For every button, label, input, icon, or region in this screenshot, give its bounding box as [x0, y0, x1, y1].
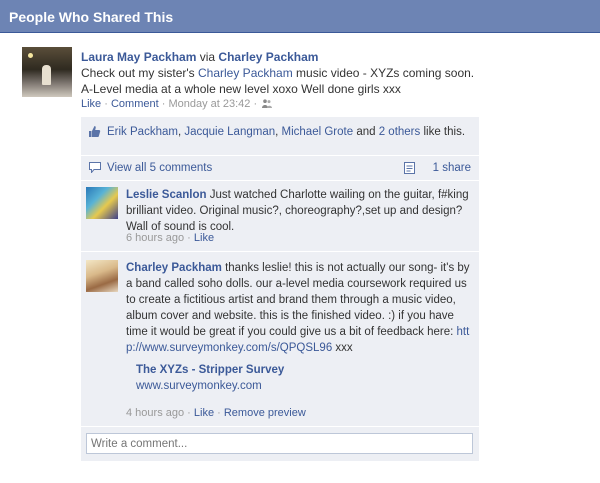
- commenter-name-link[interactable]: Leslie Scanlon: [126, 189, 207, 201]
- write-comment-input[interactable]: [86, 433, 473, 454]
- comment-time[interactable]: 4 hours ago: [126, 407, 184, 419]
- likes-sentence: Erik Packham, Jacquie Langman, Michael G…: [81, 117, 479, 156]
- preview-url-link[interactable]: www.surveymonkey.com: [136, 378, 284, 394]
- thumbs-up-icon: [89, 126, 101, 137]
- comment-body: Charley Packham thanks leslie! this is n…: [126, 260, 471, 356]
- like-link[interactable]: Like: [81, 98, 101, 110]
- share-icon: [404, 162, 415, 174]
- comment-time[interactable]: 6 hours ago: [126, 232, 184, 244]
- share-count-link[interactable]: 1 share: [433, 162, 471, 174]
- page-title: People Who Shared This: [9, 9, 174, 25]
- comment-item: Leslie Scanlon Just watched Charlotte wa…: [81, 181, 479, 252]
- post-author-photo[interactable]: [22, 47, 72, 97]
- commenter-avatar[interactable]: [86, 187, 118, 219]
- post-author-link[interactable]: Laura May Packham: [81, 50, 196, 64]
- liker-link[interactable]: Michael Grote: [282, 126, 354, 138]
- post-meta: Like · Comment · Monday at 23:42 ·: [81, 98, 273, 110]
- commenter-avatar[interactable]: [86, 260, 118, 292]
- liker-link[interactable]: Erik Packham: [107, 126, 178, 138]
- separator: ·: [253, 98, 258, 110]
- commenter-name-link[interactable]: Charley Packham: [126, 262, 222, 274]
- separator: ·: [104, 98, 108, 110]
- others-link[interactable]: 2 others: [379, 126, 421, 138]
- comment-body: Leslie Scanlon Just watched Charlotte wa…: [126, 187, 471, 235]
- feedback-panel: Erik Packham, Jacquie Langman, Michael G…: [81, 117, 479, 461]
- comment-text-end: xxx: [332, 342, 353, 354]
- via-text: via: [199, 50, 216, 64]
- comment-item: Charley Packham thanks leslie! this is n…: [81, 252, 479, 427]
- page-header: People Who Shared This: [0, 0, 600, 33]
- write-comment-row: [81, 427, 479, 461]
- post-source-link[interactable]: Charley Packham: [218, 50, 318, 64]
- like-this-text: like this.: [423, 126, 466, 138]
- view-all-comments-link[interactable]: View all 5 comments: [107, 162, 212, 174]
- remove-preview-link[interactable]: Remove preview: [224, 407, 306, 419]
- comment-like-link[interactable]: Like: [194, 407, 214, 419]
- post-timestamp[interactable]: Monday at 23:42: [168, 98, 250, 110]
- link-preview: The XYZs - Stripper Survey www.surveymon…: [136, 362, 284, 394]
- preview-title-link[interactable]: The XYZs - Stripper Survey: [136, 362, 284, 378]
- comment-meta: 4 hours ago · Like · Remove preview: [126, 407, 306, 419]
- post-text-start: Check out my sister's: [81, 66, 198, 80]
- view-comments-row: View all 5 comments 1 share: [81, 156, 479, 181]
- comment-icon: [89, 162, 101, 173]
- and-text: and: [356, 126, 376, 138]
- post-body: Laura May Packham via Charley Packham Ch…: [81, 49, 481, 97]
- comment-like-link[interactable]: Like: [194, 232, 214, 244]
- comment-meta: 6 hours ago · Like: [126, 232, 215, 244]
- people-icon[interactable]: [262, 99, 273, 108]
- separator: ·: [161, 98, 166, 110]
- post-text-link[interactable]: Charley Packham: [198, 66, 293, 80]
- liker-link[interactable]: Jacquie Langman: [184, 126, 275, 138]
- comment-link[interactable]: Comment: [111, 98, 159, 110]
